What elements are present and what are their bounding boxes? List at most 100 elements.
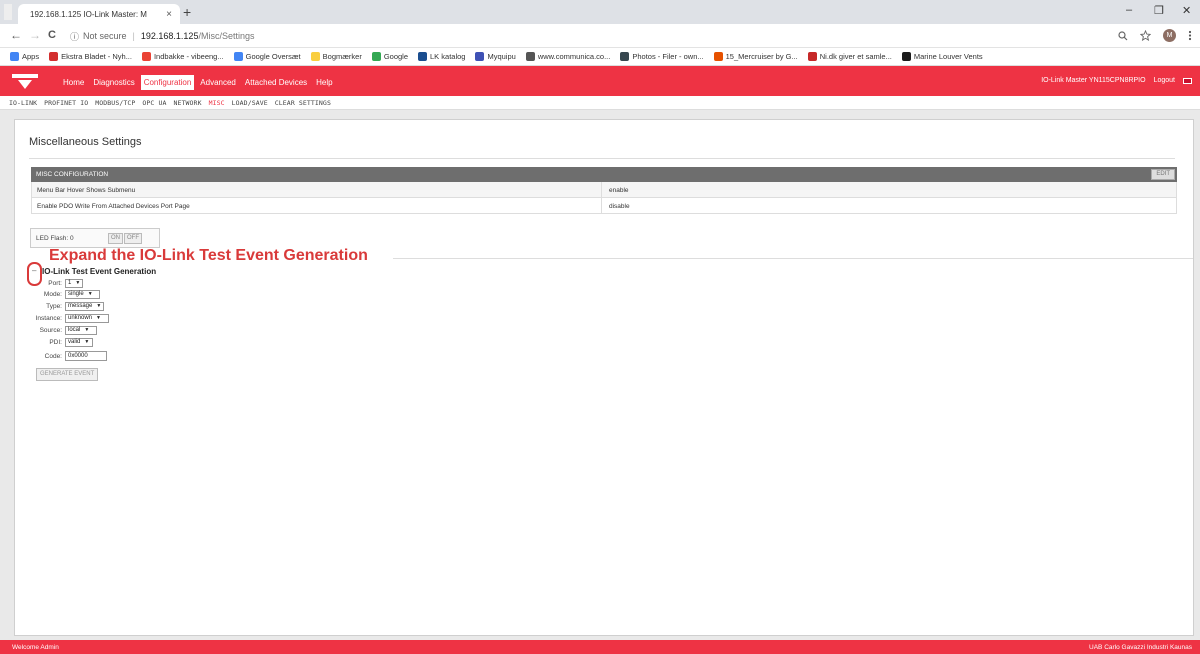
info-icon[interactable]: ⓘ <box>70 30 79 43</box>
bookmark-item[interactable]: Indbakke - vibeeng... <box>141 52 224 61</box>
field-select[interactable]: valid ▼ <box>65 338 93 347</box>
submenu-item-opc-ua[interactable]: OPC UA <box>142 99 166 107</box>
submenu-item-modbus-tcp[interactable]: MODBUS/TCP <box>95 99 135 107</box>
dropdown-arrow-icon: ▼ <box>87 291 93 297</box>
omnibox-separator: | <box>132 31 135 41</box>
field-select[interactable]: 1 ▼ <box>65 279 83 288</box>
field-select[interactable]: message ▼ <box>65 302 104 311</box>
title-divider <box>29 158 1175 159</box>
event-field-row: PDI: valid ▼ <box>6 338 93 347</box>
submenu-item-profinet-io[interactable]: PROFINET IO <box>44 99 88 107</box>
browser-tabstrip: 192.168.1.125 IO-Link Master: M × + – ❐ … <box>0 0 1200 24</box>
new-tab-button[interactable]: + <box>183 5 191 19</box>
event-field-row: Instance: unknown ▼ <box>6 314 109 323</box>
url-path: /Misc/Settings <box>198 31 255 41</box>
setting-name: Menu Bar Hover Shows Submenu <box>32 182 602 197</box>
generate-event-button[interactable]: GENERATE EVENT <box>36 368 99 381</box>
back-icon[interactable]: ← <box>10 29 22 41</box>
bookmark-label: 15_Mercruiser by G... <box>725 52 798 61</box>
menu-item-attached-devices[interactable]: Attached Devices <box>242 75 310 90</box>
menu-item-configuration[interactable]: Configuration <box>140 75 195 90</box>
brand-logo[interactable] <box>8 70 42 92</box>
menu-item-home[interactable]: Home <box>60 75 87 90</box>
bookmark-item[interactable]: LK katalog <box>418 52 465 61</box>
maximize-icon[interactable]: ❐ <box>1154 4 1164 17</box>
bookmark-favicon-icon <box>901 52 911 61</box>
company-text: UAB Carlo Gavazzi Industri Kaunas <box>1089 643 1192 651</box>
bookmark-item[interactable]: Marine Louver Vents <box>901 52 983 61</box>
field-label: Code: <box>44 352 62 360</box>
profile-avatar[interactable]: M <box>1163 29 1176 42</box>
logout-link[interactable]: Logout <box>1154 77 1175 84</box>
bookmark-label: Bogmærker <box>322 52 362 61</box>
submenu-item-load-save[interactable]: LOAD/SAVE <box>232 99 268 107</box>
dropdown-arrow-icon: ▼ <box>96 303 102 309</box>
menu-item-advanced[interactable]: Advanced <box>197 75 239 90</box>
bookmark-item[interactable]: 15_Mercruiser by G... <box>713 52 798 61</box>
star-icon[interactable] <box>1140 30 1151 41</box>
bookmark-label: Ekstra Bladet - Nyh... <box>61 52 132 61</box>
dropdown-arrow-icon: ▼ <box>96 315 101 321</box>
reload-icon[interactable]: C <box>48 29 56 41</box>
bookmark-favicon-icon <box>418 52 428 61</box>
field-label: Mode: <box>43 291 62 298</box>
bookmark-favicon-icon <box>233 52 243 61</box>
bookmark-item[interactable]: Ni.dk giver et samle... <box>807 52 892 61</box>
bookmark-item[interactable]: Myquipu <box>475 52 516 61</box>
field-label: Type: <box>46 303 62 310</box>
menu-item-diagnostics[interactable]: Diagnostics <box>90 75 137 90</box>
setting-value: disable <box>609 203 630 210</box>
bookmark-item[interactable]: Apps <box>10 52 39 61</box>
url-omnibox[interactable]: ⓘ Not secure | 192.168.1.125 /Misc/Setti… <box>70 27 1130 45</box>
window-icon <box>4 4 12 20</box>
event-field-row: Source: local ▼ <box>6 326 97 335</box>
zoom-icon[interactable] <box>1118 30 1128 41</box>
field-select[interactable]: local ▼ <box>65 326 97 335</box>
bookmark-item[interactable]: www.communica.co... <box>525 52 610 61</box>
event-field-row: Port: 1 ▼ <box>6 279 83 288</box>
submenu-item-network[interactable]: NETWORK <box>173 99 201 107</box>
dropdown-arrow-icon: ▼ <box>75 280 81 286</box>
code-input[interactable]: 0x0000 <box>65 351 107 361</box>
bookmark-label: Google <box>383 52 409 61</box>
submenu-item-misc[interactable]: MISC <box>209 99 225 107</box>
field-select[interactable]: unknown ▼ <box>65 314 109 323</box>
bookmark-item[interactable]: Ekstra Bladet - Nyh... <box>49 52 132 61</box>
forward-icon[interactable]: → <box>29 29 41 41</box>
dropdown-arrow-icon: ▼ <box>84 339 90 345</box>
app-header: Home Diagnostics Configuration Advanced Atta… <box>0 66 1200 96</box>
field-select[interactable]: single ▼ <box>65 290 100 299</box>
led-on-button[interactable]: ON <box>108 233 123 244</box>
kebab-menu-icon[interactable] <box>1188 30 1192 41</box>
tab-close-icon[interactable]: × <box>166 9 172 20</box>
minimize-icon[interactable]: – <box>1126 4 1132 16</box>
edit-button[interactable]: EDIT <box>1151 169 1175 180</box>
close-window-icon[interactable]: ✕ <box>1182 4 1191 17</box>
bookmark-item[interactable]: Photos - Filer - own... <box>620 52 704 61</box>
bookmark-favicon-icon <box>310 52 320 61</box>
bookmark-item[interactable]: Google Oversæt <box>233 52 301 61</box>
bookmark-item[interactable]: Google <box>371 52 409 61</box>
bookmarks-bar: Apps Ekstra Bladet - Nyh... Indbakke - vib… <box>0 48 1200 66</box>
menu-item-help[interactable]: Help <box>313 75 335 90</box>
bookmark-label: Myquipu <box>487 52 516 61</box>
main-menu: Home Diagnostics Configuration Advanced Atta… <box>60 75 339 90</box>
table-row: Menu Bar Hover Shows Submenu enable <box>31 182 1177 198</box>
submenu-item-clear-settings[interactable]: CLEAR SETTINGS <box>275 99 331 107</box>
submenu-item-io-link[interactable]: IO-LINK <box>9 99 37 107</box>
led-off-button[interactable]: OFF <box>124 233 142 244</box>
page-title: Miscellaneous Settings <box>29 136 142 148</box>
bookmark-label: Photos - Filer - own... <box>632 52 704 61</box>
browser-tab[interactable]: 192.168.1.125 IO-Link Master: M × <box>18 4 180 24</box>
expand-collapse-icon[interactable]: – <box>32 266 36 275</box>
select-value: message <box>68 303 93 309</box>
language-flag-icon[interactable] <box>1183 77 1192 84</box>
led-buttons: ON OFF <box>108 233 143 244</box>
setting-value: enable <box>609 187 629 194</box>
bookmark-item[interactable]: Bogmærker <box>310 52 362 61</box>
field-label: Source: <box>39 327 62 334</box>
address-bar: ← → C ⓘ Not secure | 192.168.1.125 /Misc… <box>0 24 1200 48</box>
table-row: Enable PDO Write From Attached Devices P… <box>31 198 1177 214</box>
select-value: 1 <box>68 280 72 286</box>
misc-config-header: MISC CONFIGURATION EDIT <box>31 167 1177 182</box>
